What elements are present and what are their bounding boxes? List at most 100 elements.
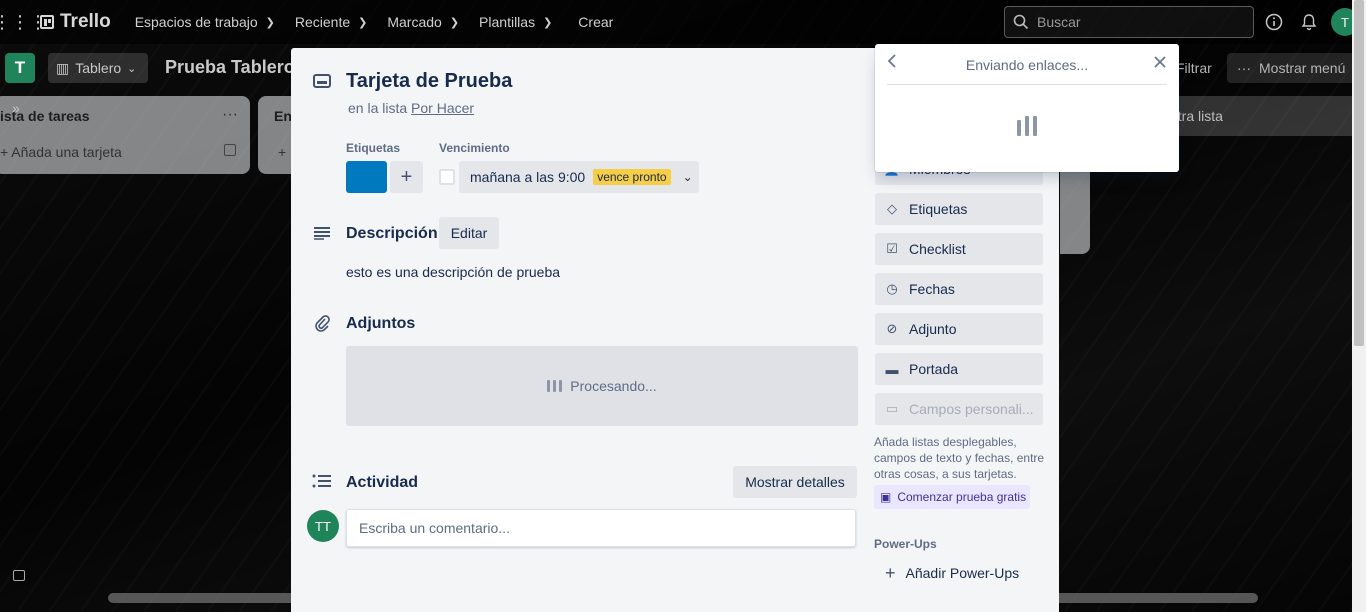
list-name-link[interactable]: Por Hacer — [411, 100, 474, 116]
powerups-heading: Power-Ups — [874, 537, 937, 551]
clock-icon: ◷ — [886, 281, 898, 296]
tag-icon: ◇ — [887, 201, 897, 216]
more-dots-icon: ··· — [1237, 60, 1251, 76]
chevron-down-icon: ❯ — [358, 16, 368, 29]
nav-label: Reciente — [294, 14, 351, 30]
card-template-icon[interactable] — [224, 144, 236, 156]
activity-icon — [310, 470, 334, 494]
button-label: Adjunto — [909, 321, 957, 337]
dates-button[interactable]: ◷ Fechas — [875, 273, 1043, 305]
list-menu-icon[interactable]: ··· — [222, 106, 238, 124]
custom-fields-button[interactable]: ▭ Campos personali... — [875, 393, 1043, 425]
add-card-button[interactable]: + Añada una tarjeta — [0, 144, 122, 160]
logo-text: Trello — [60, 11, 111, 32]
due-date-button[interactable]: mañana a las 9:00 vence pronto ⌄ — [459, 161, 699, 193]
paperclip-icon: ⊘ — [886, 321, 898, 336]
button-label: Checklist — [909, 241, 966, 257]
comment-input[interactable] — [346, 509, 856, 547]
collapse-sidebar-icon[interactable]: » — [12, 100, 20, 116]
view-label: Tablero — [75, 60, 122, 76]
trello-logo[interactable]: Trello — [40, 11, 111, 33]
edit-description-button[interactable]: Editar — [439, 217, 499, 249]
due-complete-checkbox[interactable] — [439, 169, 455, 185]
due-soon-badge: vence pronto — [593, 169, 671, 185]
loading-spinner-icon — [1017, 116, 1037, 136]
due-date-text: mañana a las 9:00 — [470, 169, 586, 185]
attachment-processing: Procesando... — [346, 346, 858, 426]
board-view-switcher[interactable]: ▥ Tablero ⌄ — [48, 53, 148, 83]
briefcase-icon[interactable] — [13, 570, 25, 581]
info-icon[interactable] — [1264, 12, 1284, 32]
button-label: Etiquetas — [909, 201, 968, 217]
button-label: Portada — [909, 361, 959, 377]
chevron-down-icon: ❯ — [449, 16, 460, 29]
list-title[interactable]: En — [274, 108, 292, 124]
start-free-trial-button[interactable]: ▣ Comenzar prueba gratis — [874, 485, 1030, 509]
checklist-button[interactable]: ☑ Checklist — [875, 233, 1043, 265]
description-heading: Descripción — [346, 225, 438, 242]
briefcase-icon: ▣ — [880, 490, 892, 504]
card-list-info: en la lista Por Hacer — [348, 100, 474, 116]
show-menu-button[interactable]: ··· Mostrar menú — [1227, 53, 1366, 83]
workspace-badge[interactable]: T — [5, 53, 35, 83]
nav-templates[interactable]: Plantillas ❯ — [469, 6, 562, 38]
list-column[interactable]: ista de tareas ··· + Añada una tarjeta — [0, 96, 250, 174]
labels-heading: Etiquetas — [346, 141, 401, 155]
chevron-down-icon: ⌄ — [682, 170, 693, 184]
card-icon — [310, 69, 334, 93]
nav-recent[interactable]: Reciente ❯ — [285, 6, 377, 38]
label-chip[interactable] — [346, 161, 387, 193]
description-icon — [310, 221, 334, 245]
attachments-heading: Adjuntos — [346, 315, 416, 332]
search-placeholder: Buscar — [1037, 14, 1081, 30]
attachment-button[interactable]: ⊘ Adjunto — [875, 313, 1043, 345]
card-title[interactable]: Tarjeta de Prueba — [346, 70, 512, 93]
popover-title: Enviando enlaces... — [965, 57, 1089, 73]
button-label: Fechas — [909, 281, 955, 297]
trello-mark-icon — [40, 15, 54, 29]
fields-icon: ▭ — [885, 401, 899, 416]
button-label: Campos personali... — [909, 401, 1034, 417]
show-details-button[interactable]: Mostrar detalles — [733, 466, 857, 498]
processing-text: Procesando... — [570, 378, 657, 394]
add-list-button[interactable]: otra lista — [1160, 96, 1366, 136]
nav-starred[interactable]: Marcado ❯ — [377, 6, 469, 38]
scrollbar-thumb[interactable] — [1354, 0, 1364, 346]
nav-label: Marcado — [387, 14, 442, 30]
paperclip-icon — [310, 311, 334, 335]
create-button[interactable]: Crear — [566, 6, 625, 38]
due-date-heading: Vencimiento — [439, 141, 510, 155]
in-list-prefix: en la lista — [348, 100, 408, 116]
plus-icon: + — [885, 562, 896, 583]
comment-avatar: TT — [307, 510, 339, 542]
labels-button[interactable]: ◇ Etiquetas — [875, 193, 1043, 225]
activity-heading: Actividad — [346, 474, 419, 491]
cover-button[interactable]: ▬ Portada — [875, 353, 1043, 385]
checkbox-icon: ☑ — [886, 241, 898, 256]
add-label-button[interactable]: + — [390, 161, 423, 193]
popover-divider — [887, 84, 1167, 85]
cover-icon: ▬ — [885, 361, 899, 377]
description-text[interactable]: esto es una descripción de prueba — [346, 264, 560, 280]
chevron-down-icon: ❯ — [265, 16, 275, 29]
add-powerups-label: Añadir Power-Ups — [905, 565, 1020, 581]
chevron-down-icon: ❯ — [543, 16, 553, 29]
add-card-label: Añada una tarjeta — [11, 144, 122, 160]
sending-links-popover: Enviando enlaces... — [875, 44, 1179, 172]
notifications-bell-icon[interactable] — [1299, 12, 1319, 32]
vertical-scrollbar[interactable] — [1352, 0, 1366, 612]
chevron-down-icon: ⌄ — [127, 62, 137, 75]
search-box[interactable]: Buscar — [1004, 6, 1254, 38]
add-card-plus-icon[interactable]: + — [278, 144, 286, 160]
close-icon[interactable] — [1153, 53, 1167, 74]
board-view-icon: ▥ — [56, 59, 70, 76]
loading-spinner-icon — [547, 380, 563, 392]
custom-fields-upsell: Añada listas desplegables, campos de tex… — [874, 435, 1045, 481]
menu-label: Mostrar menú — [1259, 60, 1346, 76]
trial-label: Comenzar prueba gratis — [897, 490, 1027, 504]
nav-label: Espacios de trabajo — [134, 14, 258, 30]
add-powerups-button[interactable]: + Añadir Power-Ups — [875, 557, 1043, 589]
nav-workspaces[interactable]: Espacios de trabajo ❯ — [125, 6, 285, 38]
board-title[interactable]: Prueba Tablero — [165, 57, 295, 78]
app-switcher-icon[interactable]: ⋮⋮⋮ — [0, 12, 47, 33]
